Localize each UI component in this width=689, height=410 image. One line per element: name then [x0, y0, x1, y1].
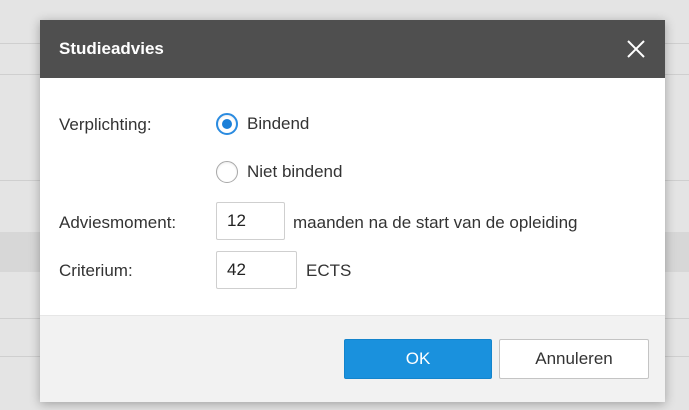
- advice-moment-label: Adviesmoment:: [59, 213, 177, 232]
- dialog-title: Studieadvies: [59, 39, 164, 58]
- advice-moment-input[interactable]: [216, 202, 285, 240]
- radio-button-checked[interactable]: [216, 113, 238, 135]
- radio-dot: [222, 119, 232, 129]
- close-icon: [627, 40, 645, 58]
- criterion-input[interactable]: [216, 251, 297, 289]
- ok-button[interactable]: OK: [344, 339, 492, 379]
- radio-label-bindend: Bindend: [247, 114, 310, 133]
- criterion-label: Criterium:: [59, 261, 133, 280]
- close-button[interactable]: [621, 34, 651, 64]
- radio-label-niet-bindend: Niet bindend: [247, 162, 343, 181]
- cancel-button[interactable]: Annuleren: [499, 339, 649, 379]
- obligation-label: Verplichting:: [59, 115, 152, 134]
- radio-niet-bindend[interactable]: Niet bindend: [216, 161, 342, 183]
- dialog-body: Verplichting: Bindend Niet bindend Advie…: [40, 78, 665, 316]
- dialog-footer: OK Annuleren: [40, 315, 665, 402]
- radio-bindend[interactable]: Bindend: [216, 113, 309, 135]
- criterion-unit: ECTS: [306, 261, 352, 280]
- radio-button-unchecked[interactable]: [216, 161, 238, 183]
- dialog-titlebar: Studieadvies: [40, 20, 665, 78]
- studieadvies-dialog: Studieadvies Verplichting: Bindend Niet …: [40, 20, 665, 402]
- advice-moment-suffix: maanden na de start van de opleiding: [293, 213, 578, 232]
